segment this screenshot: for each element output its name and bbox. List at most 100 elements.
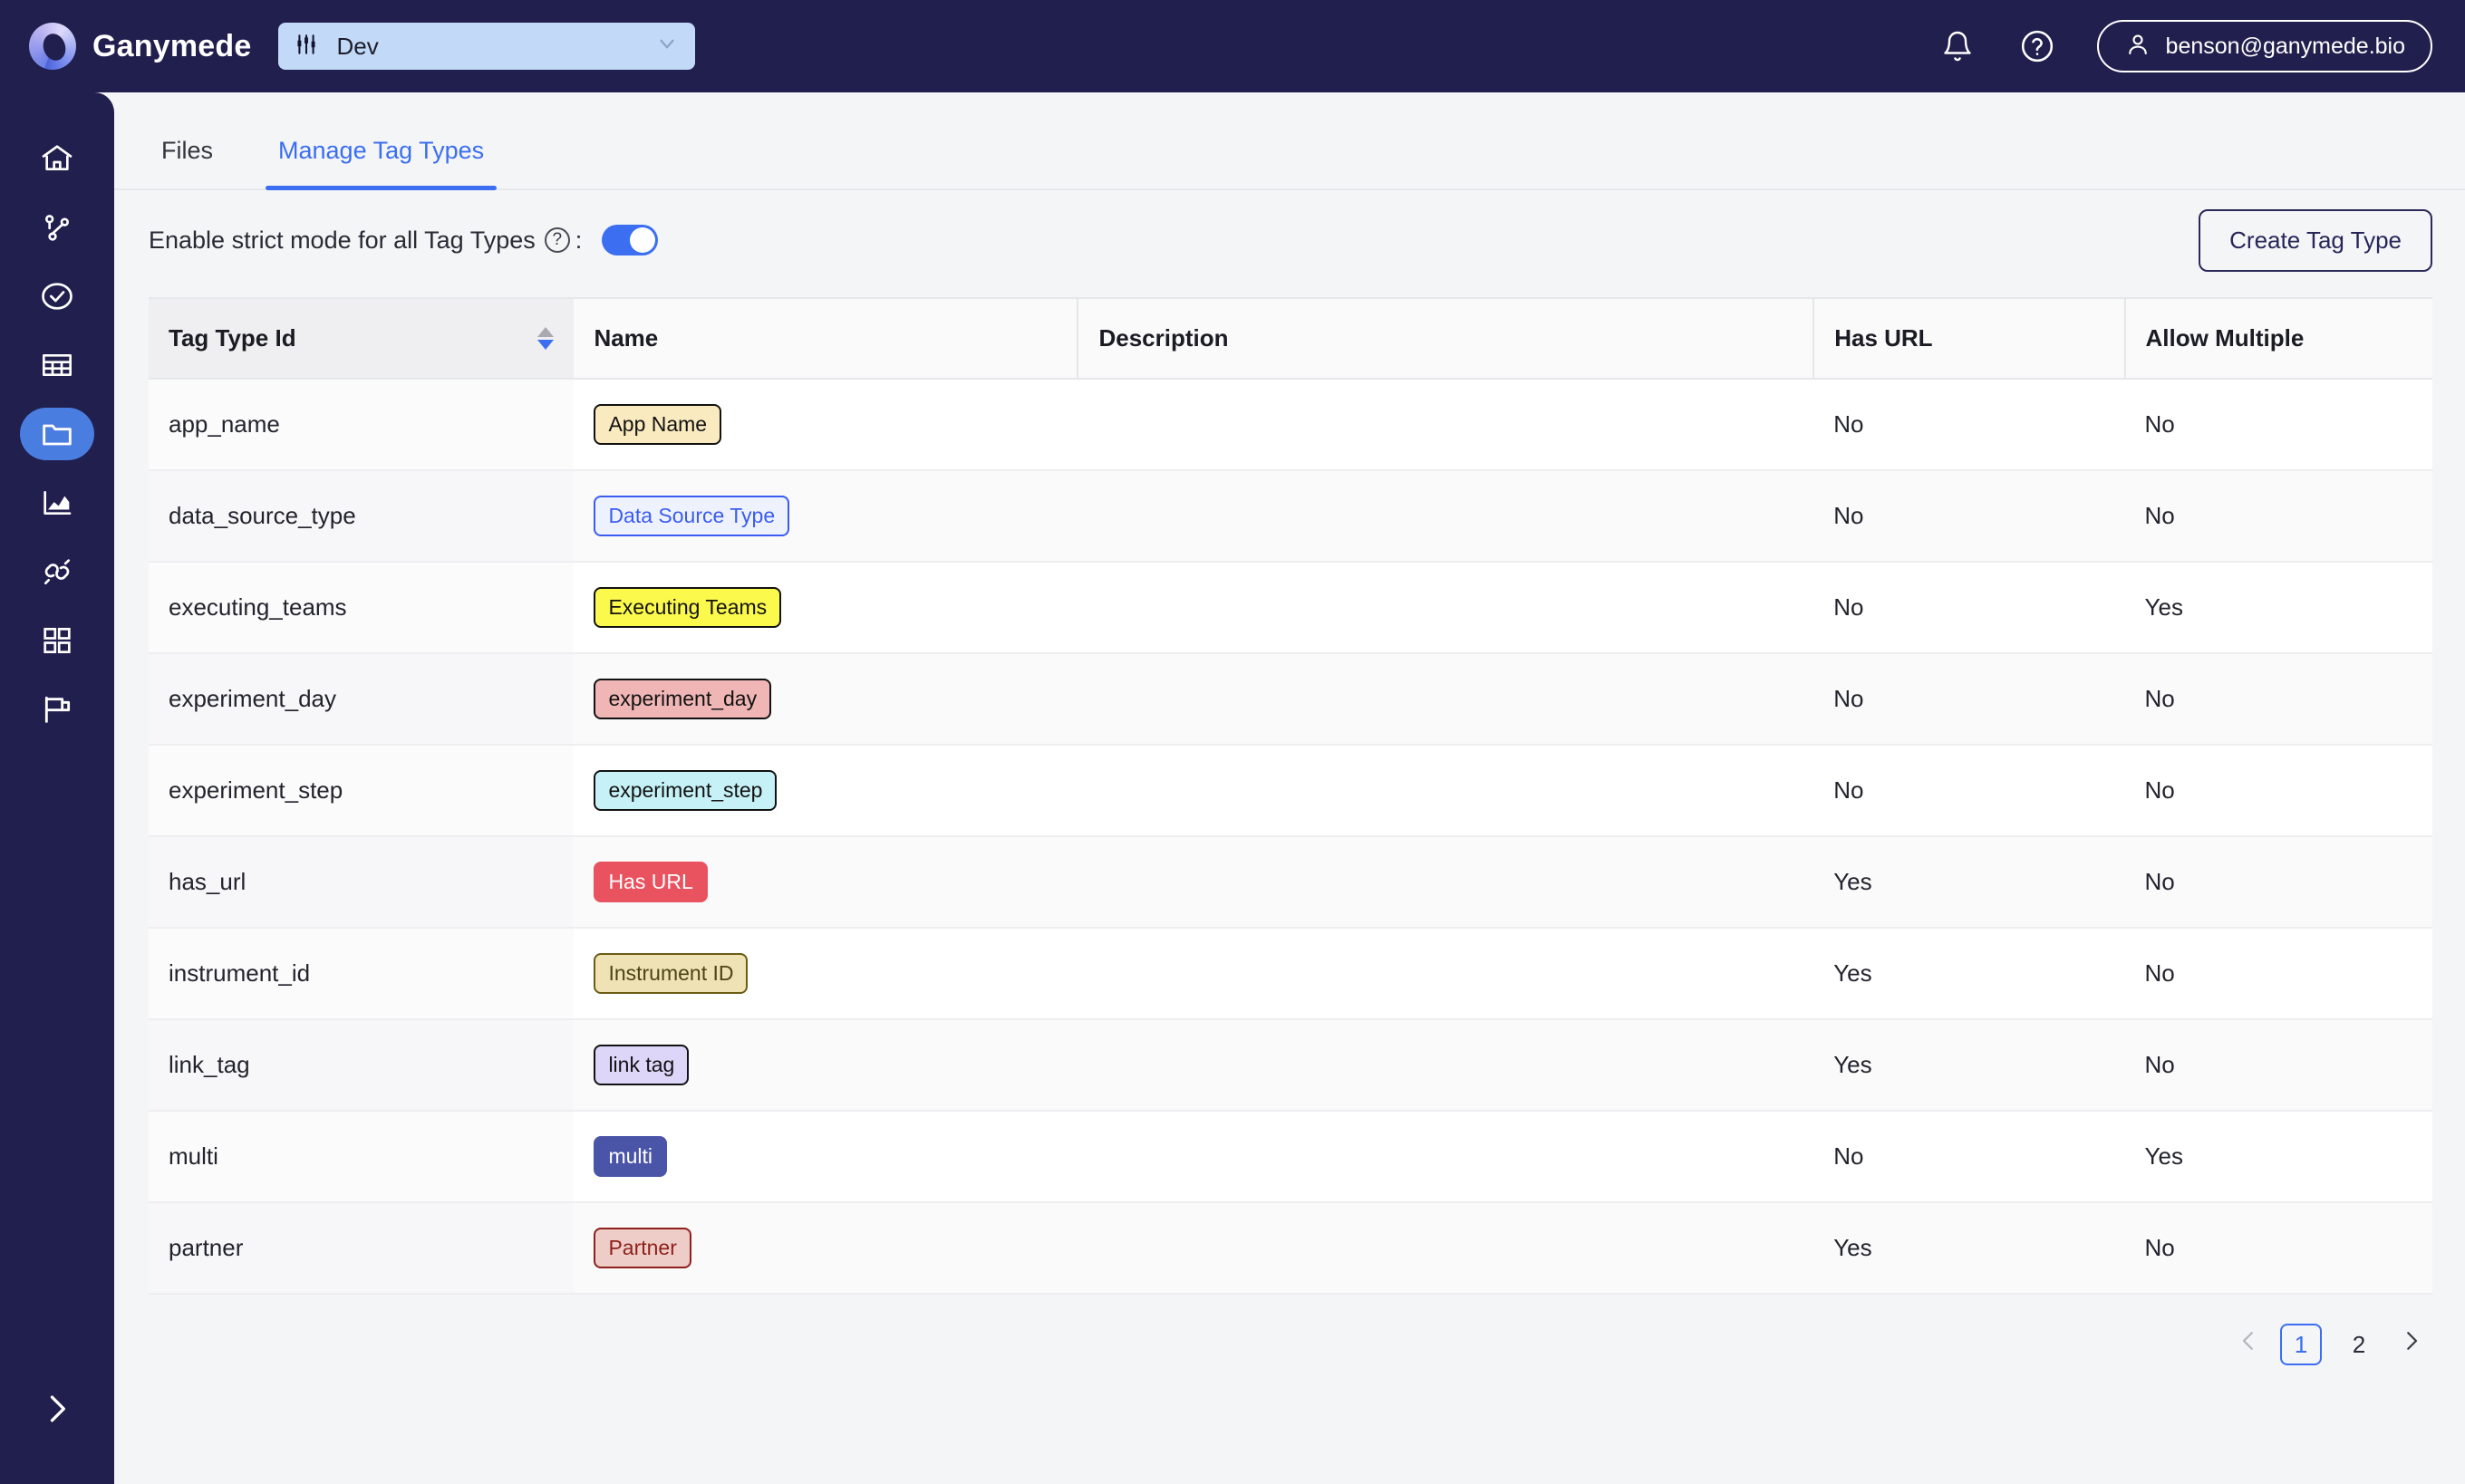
cell-description — [1078, 928, 1814, 1020]
tab-files[interactable]: Files — [149, 137, 226, 188]
cell-allow-multiple: No — [2124, 470, 2432, 563]
sidebar-item-files[interactable] — [20, 408, 94, 460]
sidebar-item-tables[interactable] — [20, 339, 94, 391]
cell-allow-multiple: No — [2124, 745, 2432, 837]
flag-icon — [44, 696, 71, 723]
cell-description — [1078, 836, 1814, 929]
cell-description — [1078, 1202, 1814, 1295]
table-body: app_name App Name No No data_source_type Data… — [149, 379, 2432, 1295]
cell-tag-type-id: experiment_step — [149, 745, 575, 837]
cell-description — [1078, 562, 1814, 654]
top-bar: Ganymede Dev benson@ganymede.bio — [0, 0, 2465, 92]
cell-has-url: No — [1813, 379, 2125, 471]
cell-tag-type-id: instrument_id — [149, 928, 575, 1020]
pagination-prev-button[interactable] — [2233, 1327, 2264, 1362]
table-row[interactable]: data_source_type Data Source Type No No — [149, 470, 2432, 563]
column-header-has-url[interactable]: Has URL — [1812, 297, 2125, 380]
cell-name: App Name — [574, 379, 1078, 471]
table-header-row: Tag Type Id Name Description Has URL All… — [149, 297, 2432, 380]
bell-icon[interactable] — [1938, 26, 1977, 66]
table-row[interactable]: partner Partner Yes No — [149, 1202, 2432, 1295]
sidebar — [0, 92, 114, 1484]
environment-selector[interactable]: Dev — [278, 23, 696, 70]
sidebar-item-analytics[interactable] — [20, 477, 94, 529]
cell-description — [1078, 745, 1814, 837]
help-circle-icon[interactable]: ? — [544, 227, 570, 253]
tag-badge: Executing Teams — [594, 587, 782, 628]
chevron-left-icon — [2242, 1332, 2253, 1350]
sidebar-item-connections[interactable] — [20, 545, 94, 598]
column-header-label: Tag Type Id — [169, 324, 296, 352]
tag-badge: Has URL — [594, 862, 708, 902]
cell-allow-multiple: Yes — [2124, 1111, 2432, 1203]
tag-badge: experiment_step — [594, 770, 778, 811]
column-header-description[interactable]: Description — [1077, 297, 1814, 380]
column-header-name[interactable]: Name — [574, 297, 1078, 380]
cell-tag-type-id: partner — [149, 1202, 575, 1295]
chevron-right-icon — [2407, 1332, 2418, 1350]
create-tag-type-button[interactable]: Create Tag Type — [2199, 208, 2432, 272]
user-menu[interactable]: benson@ganymede.bio — [2096, 20, 2432, 72]
table-row[interactable]: has_url Has URL Yes No — [149, 836, 2432, 929]
tab-manage-tag-types[interactable]: Manage Tag Types — [266, 137, 498, 190]
pagination-next-button[interactable] — [2396, 1327, 2427, 1362]
cell-tag-type-id: multi — [149, 1111, 575, 1203]
cell-name: Has URL — [574, 836, 1078, 929]
cell-has-url: Yes — [1813, 836, 2125, 929]
cell-description — [1078, 379, 1814, 471]
cell-allow-multiple: Yes — [2124, 562, 2432, 654]
home-icon — [42, 145, 72, 170]
user-avatar-icon — [2124, 31, 2151, 63]
cell-has-url: Yes — [1813, 1202, 2125, 1295]
sidebar-item-apps[interactable] — [20, 614, 94, 667]
tag-badge: multi — [594, 1136, 667, 1177]
cell-has-url: No — [1813, 1111, 2125, 1203]
git-branch-icon — [45, 215, 70, 241]
strict-mode-label: Enable strict mode for all Tag Types — [149, 226, 536, 254]
cell-tag-type-id: has_url — [149, 836, 575, 929]
table-row[interactable]: instrument_id Instrument ID Yes No — [149, 928, 2432, 1020]
table-icon — [43, 353, 72, 377]
ganymede-logo-icon — [29, 23, 76, 70]
column-header-tag-type-id[interactable]: Tag Type Id — [149, 297, 575, 380]
table-row[interactable]: multi multi No Yes — [149, 1111, 2432, 1203]
sort-desc-arrow-icon — [537, 340, 555, 350]
cell-tag-type-id: data_source_type — [149, 470, 575, 563]
tab-bar: Files Manage Tag Types — [114, 92, 2465, 190]
grid-apps-icon — [44, 627, 71, 654]
cell-tag-type-id: experiment_day — [149, 653, 575, 746]
folder-icon — [43, 424, 72, 446]
table-row[interactable]: executing_teams Executing Teams No Yes — [149, 562, 2432, 654]
pagination-page-2[interactable]: 2 — [2338, 1324, 2380, 1365]
strict-mode-toggle[interactable] — [602, 225, 659, 255]
sidebar-expand-button[interactable] — [25, 1377, 89, 1441]
top-bar-actions: benson@ganymede.bio — [1938, 20, 2432, 72]
sidebar-item-home[interactable] — [20, 132, 94, 185]
toolbar: Enable strict mode for all Tag Types ? :… — [114, 190, 2465, 290]
sidebar-item-runs[interactable] — [20, 270, 94, 323]
table-row[interactable]: experiment_day experiment_day No No — [149, 653, 2432, 746]
column-header-allow-multiple[interactable]: Allow Multiple — [2123, 297, 2432, 380]
sidebar-item-flows[interactable] — [20, 201, 94, 254]
sidebar-item-flags[interactable] — [20, 683, 94, 736]
cell-name: experiment_step — [574, 745, 1078, 837]
table-row[interactable]: link_tag link tag Yes No — [149, 1019, 2432, 1112]
cell-has-url: Yes — [1813, 928, 2125, 1020]
cell-allow-multiple: No — [2124, 1202, 2432, 1295]
cell-has-url: Yes — [1813, 1019, 2125, 1112]
table-row[interactable]: experiment_step experiment_step No No — [149, 745, 2432, 837]
tag-badge: Data Source Type — [594, 496, 790, 536]
sort-toggle-icon[interactable] — [537, 327, 555, 350]
question-circle-icon[interactable] — [2017, 26, 2057, 66]
pagination-page-1[interactable]: 1 — [2280, 1324, 2322, 1365]
cell-description — [1078, 1111, 1814, 1203]
cell-description — [1078, 470, 1814, 563]
cell-has-url: No — [1813, 470, 2125, 563]
environment-value: Dev — [336, 32, 379, 60]
cell-name: Data Source Type — [574, 470, 1078, 563]
tag-badge: Instrument ID — [594, 953, 749, 994]
table-row[interactable]: app_name App Name No No — [149, 379, 2432, 471]
cell-description — [1078, 653, 1814, 746]
chevron-down-icon — [655, 32, 679, 61]
user-email: benson@ganymede.bio — [2165, 33, 2405, 59]
